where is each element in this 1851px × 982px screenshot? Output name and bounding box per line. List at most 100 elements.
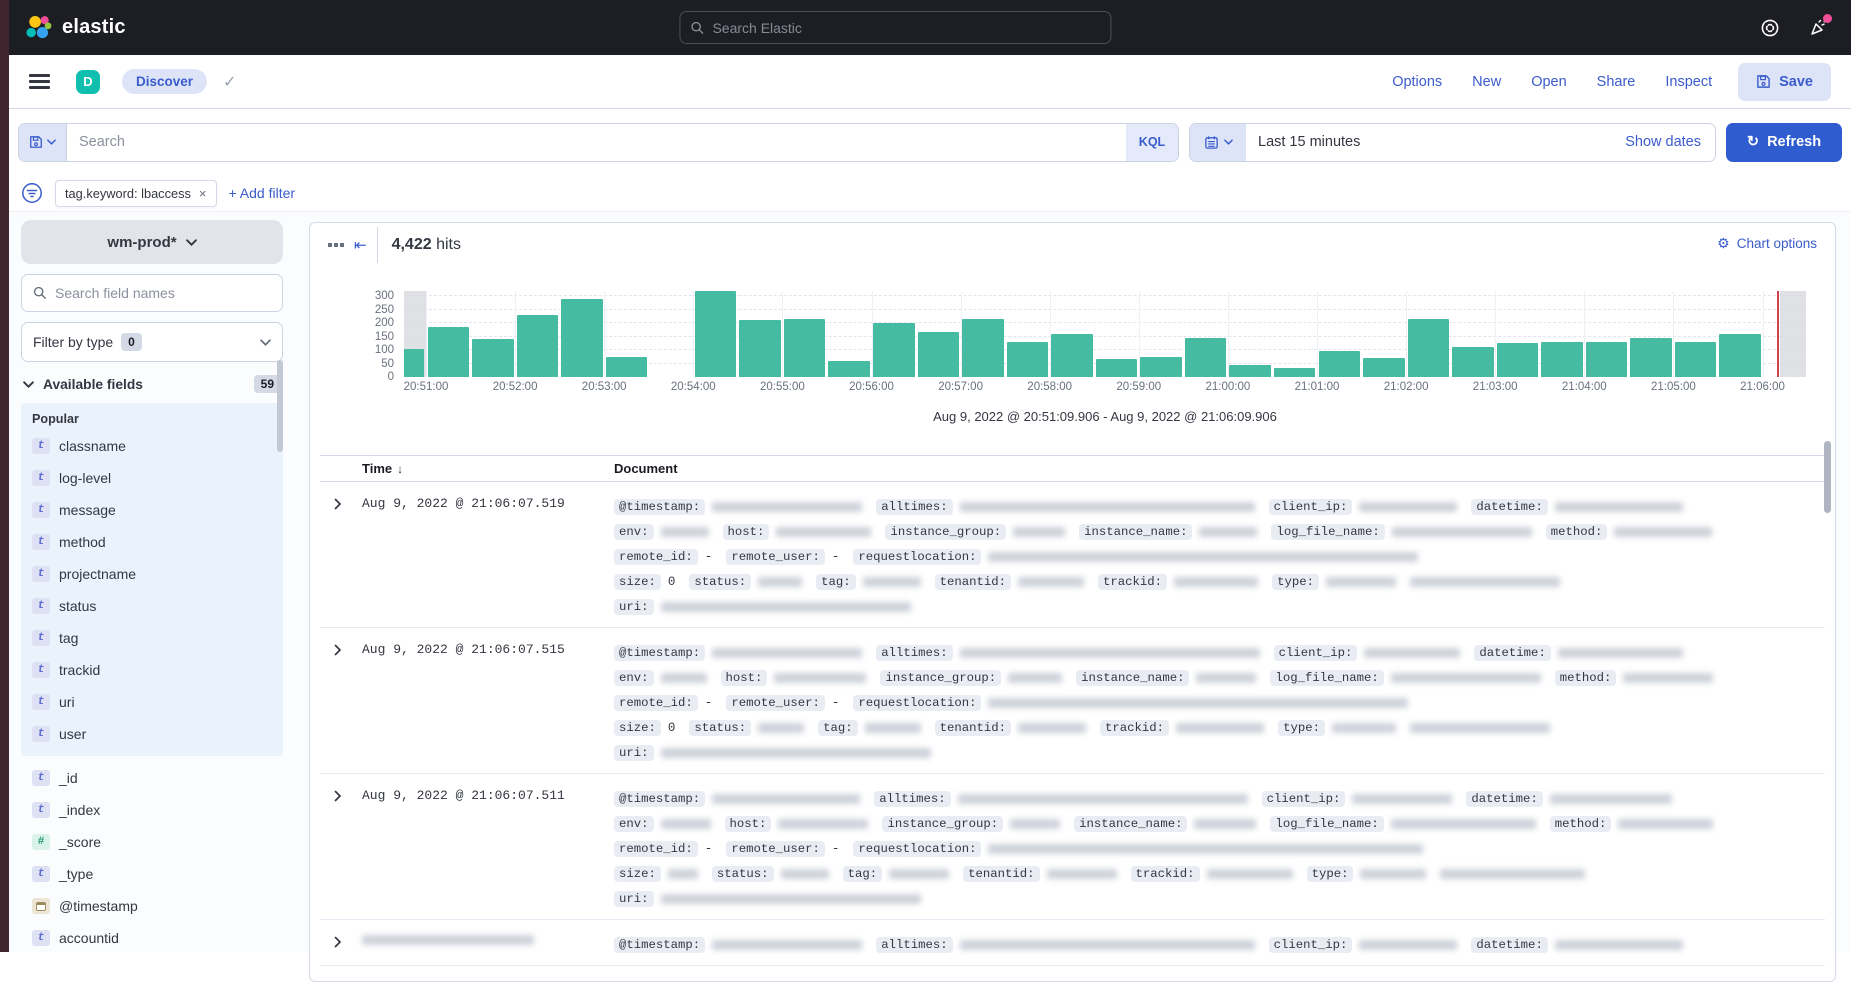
breadcrumb[interactable]: Discover (122, 69, 207, 94)
histogram-bar[interactable] (1363, 358, 1405, 377)
histogram-bar[interactable] (1675, 342, 1717, 377)
field-chip-instance_name[interactable]: instance_name: (1079, 524, 1192, 540)
field-item-_index[interactable]: t_index (30, 794, 274, 826)
chart-options-button[interactable]: ⚙ Chart options (1717, 235, 1817, 252)
field-item-_score[interactable]: #_score (30, 826, 274, 858)
field-item-message[interactable]: tmessage (30, 494, 274, 526)
field-item-@timestamp[interactable]: @timestamp (30, 890, 274, 922)
histogram-bar[interactable] (1096, 359, 1138, 377)
histogram-bar[interactable] (873, 323, 915, 377)
header-menu-inspect[interactable]: Inspect (1665, 74, 1712, 90)
field-chip-client_ip[interactable]: client_ip: (1269, 937, 1353, 953)
sort-descending-icon[interactable]: ↓ (397, 462, 403, 476)
field-chip-remote_user[interactable]: remote_user: (726, 695, 825, 711)
field-chip-requestlocation[interactable]: requestlocation: (853, 841, 981, 857)
histogram-bar[interactable] (1408, 319, 1450, 377)
field-item-uri[interactable]: turi (30, 686, 274, 718)
field-chip-instance_group[interactable]: instance_group: (882, 816, 1003, 832)
histogram-bar[interactable] (1274, 368, 1316, 377)
field-item-log-level[interactable]: tlog-level (30, 462, 274, 494)
field-chip-@timestamp[interactable]: @timestamp: (614, 645, 705, 661)
grid-options-icon[interactable] (328, 243, 344, 247)
field-chip-type[interactable]: type: (1278, 720, 1325, 736)
histogram-bar[interactable] (1541, 342, 1583, 377)
field-chip-env[interactable]: env: (614, 524, 654, 540)
expand-row-icon[interactable] (328, 932, 348, 952)
field-chip-datetime[interactable]: datetime: (1471, 937, 1547, 953)
field-chip-remote_id[interactable]: remote_id: (614, 841, 698, 857)
expand-row-icon[interactable] (328, 494, 348, 514)
field-chip-instance_name[interactable]: instance_name: (1076, 670, 1189, 686)
save-button[interactable]: Save (1738, 63, 1831, 101)
field-chip-tag[interactable]: tag: (818, 720, 858, 736)
help-icon[interactable] (1759, 17, 1781, 39)
field-chip-tag[interactable]: tag: (843, 866, 883, 882)
field-chip-alltimes[interactable]: alltimes: (876, 499, 952, 515)
sidebar-scrollbar[interactable] (277, 360, 283, 452)
field-chip-alltimes[interactable]: alltimes: (876, 937, 952, 953)
field-chip-@timestamp[interactable]: @timestamp: (614, 499, 705, 515)
field-item-status[interactable]: tstatus (30, 590, 274, 622)
field-chip-size[interactable]: size: (614, 574, 661, 590)
field-chip-method[interactable]: method: (1550, 816, 1612, 832)
histogram-bar[interactable] (472, 339, 514, 377)
expand-row-icon[interactable] (328, 786, 348, 806)
field-chip-datetime[interactable]: datetime: (1466, 791, 1542, 807)
histogram-bar[interactable] (1229, 365, 1271, 377)
field-chip-trackid[interactable]: trackid: (1098, 574, 1167, 590)
field-item-_type[interactable]: t_type (30, 858, 274, 890)
header-menu-share[interactable]: Share (1597, 74, 1636, 90)
histogram-bar[interactable] (739, 320, 781, 377)
menu-icon[interactable] (29, 74, 50, 89)
field-chip-host[interactable]: host: (725, 816, 772, 832)
field-chip-@timestamp[interactable]: @timestamp: (614, 791, 705, 807)
field-item-_id[interactable]: t_id (30, 762, 274, 794)
newsfeed-icon[interactable] (1807, 17, 1829, 39)
filter-pill[interactable]: tag.keyword: lbaccess × (55, 180, 217, 207)
field-chip-size[interactable]: size: (614, 720, 661, 736)
field-item-tag[interactable]: ttag (30, 622, 274, 654)
field-chip-client_ip[interactable]: client_ip: (1274, 645, 1358, 661)
histogram-bar[interactable] (828, 361, 870, 377)
field-chip-requestlocation[interactable]: requestlocation: (853, 549, 981, 565)
field-chip-alltimes[interactable]: alltimes: (874, 791, 950, 807)
field-chip-status[interactable]: status: (689, 574, 751, 590)
field-chip-type[interactable]: type: (1272, 574, 1319, 590)
histogram-bar[interactable] (1185, 338, 1227, 377)
histogram-bar[interactable] (1051, 334, 1093, 377)
histogram-bar[interactable] (1497, 343, 1539, 377)
histogram-bar[interactable] (1452, 347, 1494, 377)
histogram-bar[interactable] (1719, 334, 1761, 377)
field-chip-tenantid[interactable]: tenantid: (935, 574, 1011, 590)
field-chip-remote_id[interactable]: remote_id: (614, 695, 698, 711)
field-item-trackid[interactable]: ttrackid (30, 654, 274, 686)
field-chip-env[interactable]: env: (614, 670, 654, 686)
field-chip-remote_user[interactable]: remote_user: (726, 841, 825, 857)
field-chip-tenantid[interactable]: tenantid: (935, 720, 1011, 736)
histogram-bar[interactable] (404, 349, 424, 377)
filter-by-type-button[interactable]: Filter by type 0 (21, 322, 283, 362)
histogram-bar[interactable] (784, 319, 826, 377)
histogram-bar[interactable] (1319, 351, 1361, 377)
index-pattern-picker[interactable]: wm-prod* (21, 220, 283, 264)
histogram-chart[interactable]: 050100150200250300 20:51:0020:52:0020:53… (310, 269, 1835, 447)
chart-plot-area[interactable] (404, 291, 1806, 377)
available-fields-header[interactable]: Available fields 59 (21, 375, 283, 393)
header-menu-new[interactable]: New (1472, 74, 1501, 90)
table-scrollbar[interactable] (1824, 441, 1831, 513)
field-chip-type[interactable]: type: (1307, 866, 1354, 882)
field-chip-method[interactable]: method: (1546, 524, 1608, 540)
field-chip-status[interactable]: status: (712, 866, 774, 882)
field-chip-instance_name[interactable]: instance_name: (1074, 816, 1187, 832)
field-chip-trackid[interactable]: trackid: (1131, 866, 1200, 882)
histogram-bar[interactable] (428, 327, 470, 377)
histogram-bar[interactable] (918, 332, 960, 377)
field-chip-tag[interactable]: tag: (816, 574, 856, 590)
query-search-input[interactable]: Search (67, 124, 1126, 161)
field-chip-uri[interactable]: uri: (614, 745, 654, 761)
histogram-bar[interactable] (962, 319, 1004, 377)
field-chip-uri[interactable]: uri: (614, 599, 654, 615)
histogram-bar[interactable] (1586, 342, 1628, 377)
field-chip-remote_user[interactable]: remote_user: (726, 549, 825, 565)
histogram-bar[interactable] (606, 357, 648, 377)
